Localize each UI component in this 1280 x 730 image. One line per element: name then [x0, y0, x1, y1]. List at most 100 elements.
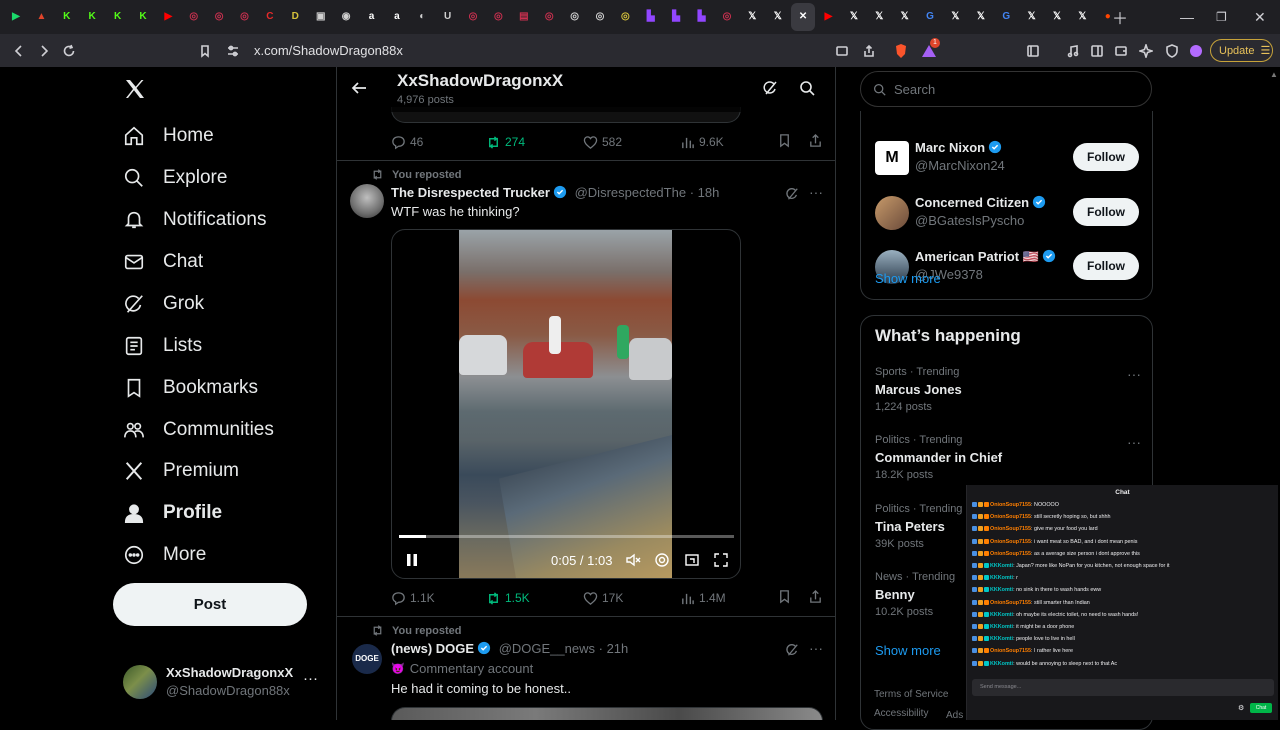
- x-logo-icon[interactable]: [123, 77, 147, 101]
- more-dots-icon[interactable]: ···: [1127, 434, 1141, 450]
- repost-button[interactable]: 1.5K: [486, 591, 583, 606]
- browser-tab[interactable]: ◎: [182, 3, 206, 31]
- more-dots-icon[interactable]: ···: [809, 640, 823, 656]
- like-button[interactable]: 582: [583, 135, 680, 150]
- chat-username[interactable]: KKKomti: [990, 624, 1013, 630]
- browser-tab[interactable]: 𝕏: [1045, 3, 1069, 31]
- browser-tab[interactable]: 𝕏: [1020, 3, 1044, 31]
- show-more-link[interactable]: Show more: [875, 271, 941, 286]
- more-dots-icon[interactable]: ···: [809, 184, 823, 200]
- browser-tab[interactable]: K: [106, 3, 130, 31]
- browser-tab[interactable]: K: [55, 3, 79, 31]
- reply-button[interactable]: 46: [391, 135, 486, 150]
- close-window-button[interactable]: ✕: [1254, 0, 1266, 34]
- browser-tab[interactable]: G: [994, 3, 1018, 31]
- browser-tab[interactable]: ▶: [4, 3, 28, 31]
- browser-tab[interactable]: ◎: [537, 3, 561, 31]
- browser-tab[interactable]: U: [436, 3, 460, 31]
- post[interactable]: You reposted The Disrespected Trucker @D…: [337, 161, 835, 616]
- browser-tab[interactable]: C: [258, 3, 282, 31]
- browser-tab[interactable]: ▣: [309, 3, 333, 31]
- browser-tab[interactable]: ◎: [233, 3, 257, 31]
- browser-tab[interactable]: ◎: [461, 3, 485, 31]
- extension-icon[interactable]: [1183, 38, 1208, 63]
- picture-in-picture-icon[interactable]: [684, 552, 700, 573]
- chat-username[interactable]: OnionSoup7155: [990, 551, 1031, 557]
- chat-send-button[interactable]: Chat: [1250, 703, 1272, 713]
- nav-item-home[interactable]: Home: [123, 115, 214, 157]
- chat-username[interactable]: KKKomti: [990, 636, 1013, 642]
- trend-item[interactable]: Sports · Trending Marcus Jones 1,224 posts…: [875, 366, 1145, 413]
- nav-item-bookmarks[interactable]: Bookmarks: [123, 367, 258, 409]
- share-icon[interactable]: [856, 38, 881, 63]
- music-icon[interactable]: [1060, 38, 1085, 63]
- account-switcher[interactable]: XxShadowDragonxX @ShadowDragon88x ···: [123, 665, 333, 705]
- browser-tab[interactable]: D: [283, 3, 307, 31]
- post-time[interactable]: · 18h: [690, 185, 720, 200]
- views-button[interactable]: 1.4M: [680, 591, 777, 606]
- nav-item-communities[interactable]: Communities: [123, 409, 274, 451]
- leo-ai-icon[interactable]: [1133, 38, 1158, 63]
- footer-link[interactable]: Terms of Service: [874, 689, 974, 700]
- nav-item-notifications[interactable]: Notifications: [123, 199, 267, 241]
- browser-tab[interactable]: 𝕏: [969, 3, 993, 31]
- chat-username[interactable]: OnionSoup7155: [990, 648, 1031, 654]
- browser-tab[interactable]: ✕: [791, 3, 816, 31]
- reload-icon[interactable]: [56, 38, 81, 63]
- search-icon[interactable]: [799, 80, 815, 101]
- nav-item-profile[interactable]: Profile: [123, 492, 222, 534]
- maximize-button[interactable]: ❐: [1216, 0, 1227, 34]
- chat-username[interactable]: KKKomti: [990, 612, 1013, 618]
- follow-suggestion[interactable]: Concerned Citizen @BGatesIsPyscho Follow: [861, 195, 1154, 254]
- forward-icon[interactable]: [31, 38, 56, 63]
- chat-username[interactable]: KKKomti: [990, 563, 1013, 569]
- follow-suggestion[interactable]: M Marc Nixon @MarcNixon24 Follow: [861, 140, 1154, 199]
- avatar[interactable]: [350, 184, 384, 218]
- mute-icon[interactable]: [625, 552, 641, 573]
- nav-item-explore[interactable]: Explore: [123, 157, 227, 199]
- cast-icon[interactable]: [829, 38, 854, 63]
- browser-tab[interactable]: ▤: [512, 3, 536, 31]
- browser-tab[interactable]: ◎: [563, 3, 587, 31]
- browser-tab[interactable]: ▙: [639, 3, 663, 31]
- url-text[interactable]: x.com/ShadowDragon88x: [254, 43, 403, 58]
- update-button[interactable]: Update ☰: [1210, 39, 1273, 62]
- minimize-button[interactable]: —: [1180, 0, 1194, 34]
- wallet-icon[interactable]: [1108, 38, 1133, 63]
- video-player[interactable]: 0:05 / 1:03: [391, 229, 741, 579]
- browser-tab[interactable]: ◉: [334, 3, 358, 31]
- new-tab-button[interactable]: ＋: [1112, 0, 1128, 34]
- post-time[interactable]: · 21h: [599, 641, 629, 656]
- grok-icon[interactable]: [762, 80, 778, 101]
- browser-tab[interactable]: 𝕏: [766, 3, 790, 31]
- author-name[interactable]: The Disrespected Trucker: [391, 185, 550, 200]
- grok-post-icon[interactable]: [785, 643, 799, 662]
- brave-shield-icon[interactable]: [888, 38, 913, 63]
- browser-tab[interactable]: ◎: [588, 3, 612, 31]
- avatar[interactable]: DOGE: [352, 644, 382, 674]
- follow-button[interactable]: Follow: [1073, 143, 1139, 171]
- back-icon[interactable]: [6, 38, 31, 63]
- bookmark-icon[interactable]: [777, 133, 796, 151]
- chat-settings-icon[interactable]: ⚙: [1238, 704, 1244, 712]
- browser-tab[interactable]: ▶: [817, 3, 841, 31]
- browser-tab[interactable]: ▙: [664, 3, 688, 31]
- browser-tab[interactable]: 𝕏: [740, 3, 764, 31]
- author-handle[interactable]: @DisrespectedThe: [575, 185, 686, 200]
- chat-username[interactable]: OnionSoup7155: [990, 539, 1031, 545]
- vpn-icon[interactable]: [1159, 38, 1184, 63]
- more-dots-icon[interactable]: ···: [303, 670, 318, 687]
- browser-tab[interactable]: a: [359, 3, 383, 31]
- chat-username[interactable]: OnionSoup7155: [990, 502, 1031, 508]
- browser-tab[interactable]: G: [918, 3, 942, 31]
- chat-username[interactable]: OnionSoup7155: [990, 514, 1031, 520]
- chat-username[interactable]: KKKomti: [990, 661, 1013, 667]
- browser-tab[interactable]: a: [385, 3, 409, 31]
- bookmark-icon[interactable]: [777, 589, 796, 607]
- back-arrow-icon[interactable]: [351, 81, 367, 100]
- views-button[interactable]: 9.6K: [680, 135, 777, 150]
- browser-tab[interactable]: ◎: [715, 3, 739, 31]
- browser-tab[interactable]: 𝕏: [867, 3, 891, 31]
- browser-tab[interactable]: K: [131, 3, 155, 31]
- chat-username[interactable]: KKKomti: [990, 587, 1013, 593]
